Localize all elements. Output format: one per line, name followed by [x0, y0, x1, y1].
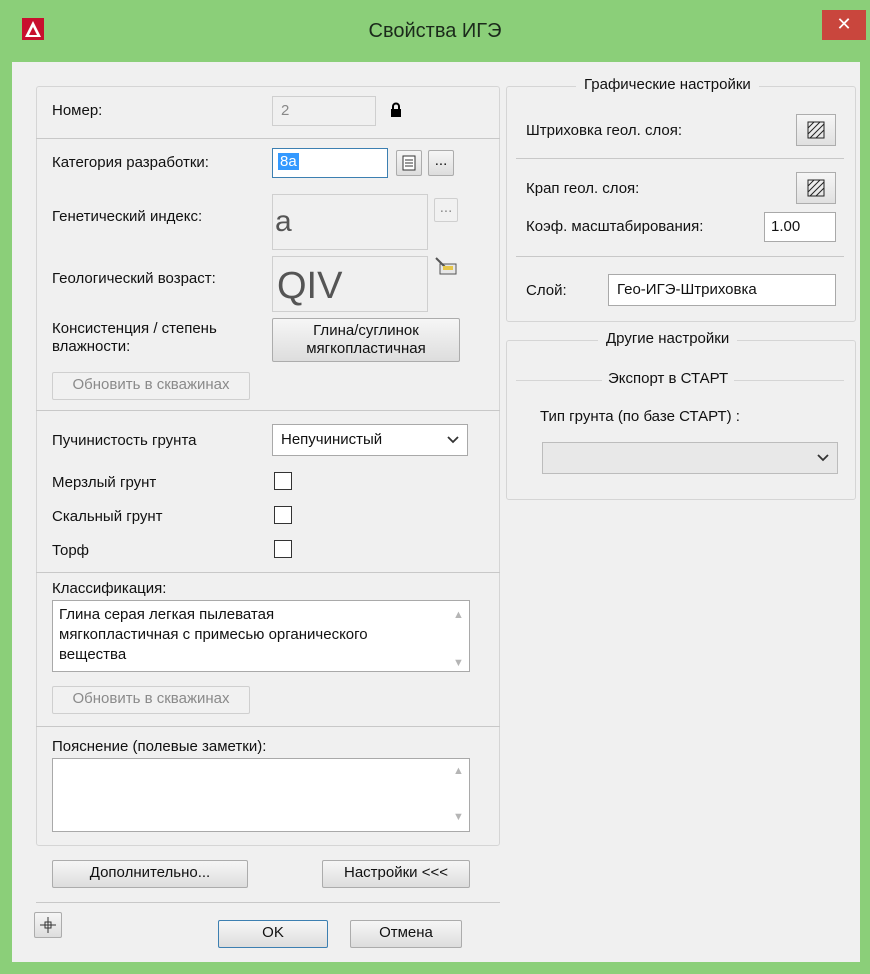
update-wells-button-1[interactable]: Обновить в скважинах — [52, 372, 250, 400]
geological-age-value: QIV — [277, 265, 343, 307]
scroll-up-icon[interactable]: ▲ — [453, 605, 464, 625]
other-settings-title: Другие настройки — [598, 330, 738, 347]
close-button[interactable]: ✕ — [822, 10, 866, 40]
notes-label: Пояснение (полевые заметки): — [52, 738, 267, 755]
category-label: Категория разработки: — [52, 154, 209, 171]
layer-field[interactable]: Гео-ИГЭ-Штриховка — [608, 274, 836, 306]
hatch-pattern-icon — [807, 121, 825, 139]
separator — [36, 410, 500, 411]
soil-type-label: Тип грунта (по базе СТАРТ) : — [540, 408, 740, 425]
separator — [36, 572, 500, 573]
genetic-index-label: Генетический индекс: — [52, 208, 203, 225]
lock-icon — [391, 102, 401, 117]
number-field: 2 — [272, 96, 376, 126]
list-icon — [402, 155, 416, 171]
genetic-index-value: a — [275, 205, 292, 238]
pick-icon[interactable] — [434, 256, 460, 278]
left-panel — [36, 86, 500, 846]
geological-age-label: Геологический возраст: — [52, 270, 216, 287]
scale-factor-field[interactable]: 1.00 — [764, 212, 836, 242]
heaving-label: Пучинистость грунта — [52, 432, 197, 449]
more-button[interactable]: Дополнительно... — [52, 860, 248, 888]
category-list-button[interactable] — [396, 150, 422, 176]
category-field[interactable]: 8а — [272, 148, 388, 178]
scale-factor-value: 1.00 — [771, 218, 801, 235]
peat-label: Торф — [52, 542, 90, 559]
frozen-soil-label: Мерзлый грунт — [52, 474, 157, 491]
consistency-button[interactable]: Глина/суглинок мягкопластичная — [272, 318, 460, 362]
number-label: Номер: — [52, 102, 103, 119]
rock-soil-checkbox[interactable] — [274, 506, 292, 524]
number-value: 2 — [281, 102, 290, 119]
scroll-down-icon[interactable]: ▼ — [453, 653, 464, 673]
hatch-pattern-icon — [807, 179, 825, 197]
layer-label: Слой: — [526, 282, 567, 299]
category-browse-button[interactable]: ... — [428, 150, 454, 176]
separator — [36, 902, 500, 903]
export-start-title: Экспорт в СТАРТ — [602, 370, 735, 387]
title-bar: Свойства ИГЭ ✕ — [0, 0, 870, 42]
update-wells-button-2[interactable]: Обновить в скважинах — [52, 686, 250, 714]
genetic-browse-button[interactable]: ... — [434, 198, 458, 222]
genetic-index-field: a — [272, 194, 428, 250]
graphics-settings-title: Графические настройки — [576, 76, 759, 93]
geological-age-field: QIV — [272, 256, 428, 312]
peat-checkbox[interactable] — [274, 540, 292, 558]
category-value: 8а — [278, 153, 299, 170]
close-icon: ✕ — [836, 14, 852, 34]
separator — [36, 726, 500, 727]
scale-factor-label: Коэф. масштабирования: — [526, 218, 704, 235]
consistency-label: Консистенция / степень влажности: — [52, 320, 217, 355]
hatch-button[interactable] — [796, 114, 836, 146]
frozen-soil-checkbox[interactable] — [274, 472, 292, 490]
pick-point-button[interactable] — [34, 912, 62, 938]
window-title: Свойства ИГЭ — [368, 20, 502, 42]
notes-textarea[interactable]: ▲ ▼ — [52, 758, 470, 832]
scroll-up-icon[interactable]: ▲ — [453, 765, 464, 777]
rock-soil-label: Скальный грунт — [52, 508, 163, 525]
classification-textarea[interactable]: Глина серая легкая пылеватая мягкопласти… — [52, 600, 470, 672]
crosshair-icon — [40, 917, 56, 933]
separator — [516, 158, 844, 159]
chevron-down-icon — [447, 436, 459, 444]
dialog-window: Свойства ИГЭ ✕ Номер: 2 Категория разраб… — [0, 0, 870, 974]
settings-button[interactable]: Настройки <<< — [322, 860, 470, 888]
heaving-select[interactable]: Непучинистый — [272, 424, 468, 456]
separator — [516, 256, 844, 257]
hatch-label: Штриховка геол. слоя: — [526, 122, 683, 139]
cancel-button[interactable]: Отмена — [350, 920, 462, 948]
ok-button[interactable]: OK — [218, 920, 328, 948]
classification-label: Классификация: — [52, 580, 167, 597]
soil-type-select[interactable] — [542, 442, 838, 474]
heaving-value: Непучинистый — [281, 431, 383, 448]
speckle-button[interactable] — [796, 172, 836, 204]
layer-value: Гео-ИГЭ-Штриховка — [617, 281, 757, 298]
chevron-down-icon — [817, 454, 829, 462]
separator — [36, 138, 500, 139]
speckle-label: Крап геол. слоя: — [526, 180, 640, 197]
scroll-down-icon[interactable]: ▼ — [453, 811, 464, 823]
dialog-client-area: Номер: 2 Категория разработки: 8а ... Ге… — [12, 62, 860, 962]
